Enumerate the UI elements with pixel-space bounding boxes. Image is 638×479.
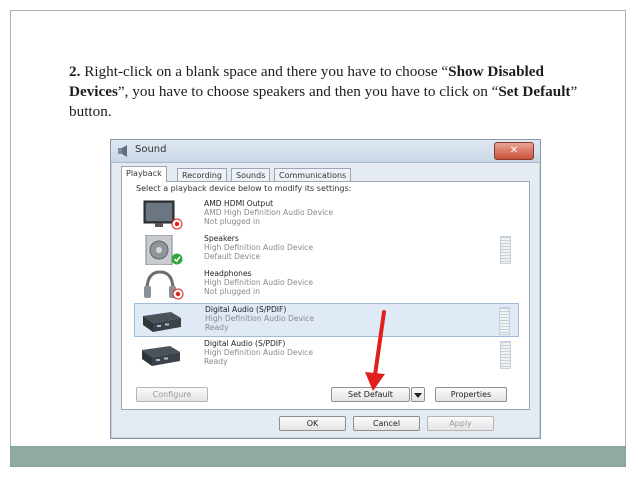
configure-button[interactable]: Configure [136, 387, 208, 402]
device-name: Speakers [204, 234, 239, 243]
instruction-text: Select a playback device below to modify… [136, 184, 352, 193]
headphones-icon [144, 270, 184, 300]
device-driver: High Definition Audio Device [205, 314, 315, 323]
cancel-button[interactable]: Cancel [353, 416, 420, 431]
chevron-down-icon [414, 393, 422, 398]
dialog-title: Sound [135, 144, 167, 155]
device-status: Ready [204, 357, 228, 366]
device-driver: High Definition Audio Device [204, 243, 314, 252]
caption-text-2: ”, you have to choose speakers and then … [117, 83, 499, 100]
device-driver: High Definition Audio Device [204, 278, 314, 287]
tab-recording[interactable]: Recording [177, 168, 228, 182]
step-number: 2. [69, 63, 81, 80]
tab-playback[interactable]: Playback [121, 166, 167, 182]
volume-level-meter [499, 307, 510, 335]
device-list[interactable]: AMD HDMI Output AMD High Definition Audi… [134, 198, 519, 384]
sound-icon [118, 145, 127, 157]
apply-button[interactable]: Apply [427, 416, 494, 431]
playback-panel: Select a playback device below to modify… [121, 181, 530, 410]
device-driver: High Definition Audio Device [204, 348, 314, 357]
slide-caption: 2. Right-click on a blank space and ther… [69, 62, 589, 122]
device-name: Headphones [204, 269, 252, 278]
device-headphones[interactable]: Headphones High Definition Audio Device … [134, 268, 519, 302]
device-name: AMD HDMI Output [204, 199, 274, 208]
device-driver: AMD High Definition Audio Device [204, 208, 334, 217]
set-default-button[interactable]: Set Default [331, 387, 410, 402]
device-amd-hdmi-output[interactable]: AMD HDMI Output AMD High Definition Audi… [134, 198, 519, 232]
digital-audio-icon [143, 312, 181, 332]
close-icon: ✕ [509, 145, 519, 156]
close-button[interactable]: ✕ [494, 142, 534, 160]
device-status: Not plugged in [204, 287, 260, 296]
device-name: Digital Audio (S/PDIF) [205, 305, 287, 314]
device-status: Default Device [204, 252, 261, 261]
device-status: Not plugged in [204, 217, 260, 226]
dialog-titlebar[interactable]: Sound ✕ [111, 140, 540, 163]
speaker-icon [145, 235, 183, 265]
ok-button[interactable]: OK [279, 416, 346, 431]
device-digital-audio-spdif-2[interactable]: Digital Audio (S/PDIF) High Definition A… [134, 338, 519, 372]
device-digital-audio-spdif-1[interactable]: Digital Audio (S/PDIF) High Definition A… [134, 303, 519, 337]
volume-level-meter [500, 236, 511, 264]
device-name: Digital Audio (S/PDIF) [204, 339, 286, 348]
monitor-icon [143, 200, 183, 230]
tab-communications[interactable]: Communications [274, 168, 352, 182]
volume-level-meter [500, 341, 511, 369]
slide-footer-bar [10, 446, 626, 467]
digital-audio-icon [142, 346, 180, 366]
sound-dialog: Sound ✕ Playback Recording Sounds Commun… [110, 139, 541, 439]
caption-bold-set-default: Set Default [498, 83, 571, 100]
caption-text-1: Right-click on a blank space and there y… [80, 63, 449, 80]
properties-button[interactable]: Properties [435, 387, 507, 402]
tab-sounds[interactable]: Sounds [231, 168, 271, 182]
device-status: Ready [205, 323, 229, 332]
set-default-dropdown[interactable] [411, 387, 425, 402]
device-speakers[interactable]: Speakers High Definition Audio Device De… [134, 233, 519, 267]
